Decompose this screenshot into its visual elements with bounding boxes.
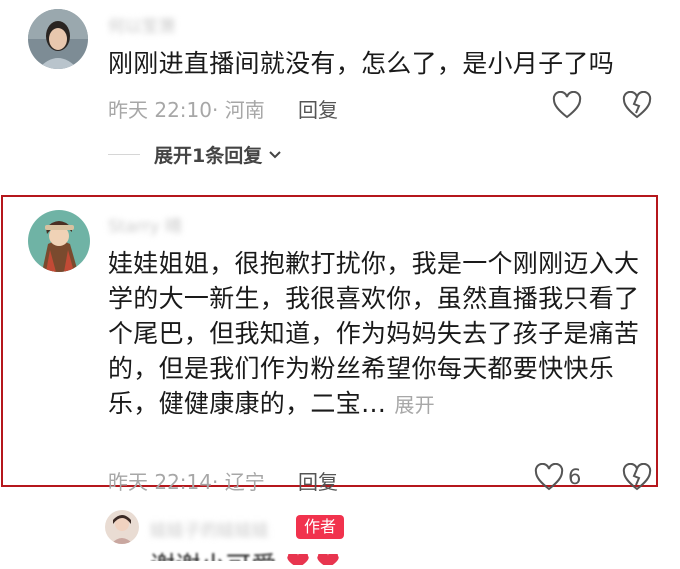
expand-replies-button[interactable]: 展开1条回复 — [108, 141, 282, 168]
comment-location: · 辽宁 — [212, 470, 265, 494]
heart-emoji-icon — [284, 550, 344, 569]
expand-replies-label: 展开1条回复 — [154, 145, 263, 167]
reply-button[interactable]: 回复 — [298, 466, 338, 495]
avatar-illustration — [28, 210, 90, 272]
comment-text: 刚刚进直播间就没有，怎么了，是小月子了吗 — [108, 49, 615, 78]
avatar[interactable] — [28, 210, 90, 272]
comment-text: 娃娃姐姐，很抱歉打扰你，我是一个刚刚迈入大学的大一新生，我很喜欢你，虽然直播我只… — [108, 246, 656, 423]
avatar[interactable] — [105, 510, 139, 544]
avatar[interactable] — [28, 9, 88, 69]
comment-username[interactable]: Starry 晴 — [108, 212, 182, 237]
author-reply-row: 谢谢小可爱 — [150, 548, 650, 561]
author-username[interactable]: 娃娃子的娃娃娃 — [150, 516, 269, 541]
comment-username[interactable]: 何以笙箫 — [108, 12, 176, 37]
comment-time: 昨天 22:14 — [108, 470, 212, 494]
like-heart-icon[interactable] — [534, 462, 564, 495]
comment-location: · 河南 — [212, 98, 265, 122]
reply-button[interactable]: 回复 — [298, 94, 338, 123]
divider-line — [108, 154, 140, 155]
author-reply-text: 谢谢小可爱 — [150, 548, 650, 561]
avatar-photo — [28, 9, 88, 69]
chevron-down-icon — [269, 150, 281, 158]
like-heart-icon[interactable] — [552, 90, 582, 123]
author-avatar-photo — [105, 510, 139, 544]
comment-body: 娃娃姐姐，很抱歉打扰你，我是一个刚刚迈入大学的大一新生，我很喜欢你，虽然直播我只… — [108, 249, 640, 418]
comment-meta: 昨天 22:10· 河南 — [108, 94, 265, 123]
comment-meta: 昨天 22:14· 辽宁 — [108, 466, 265, 495]
author-badge: 作者 — [296, 515, 345, 539]
like-count: 6 — [568, 465, 582, 489]
dislike-broken-heart-icon[interactable] — [622, 462, 652, 495]
dislike-broken-heart-icon[interactable] — [622, 90, 652, 123]
comment-time: 昨天 22:10 — [108, 98, 212, 122]
expand-text-link[interactable]: 展开 — [394, 393, 435, 417]
